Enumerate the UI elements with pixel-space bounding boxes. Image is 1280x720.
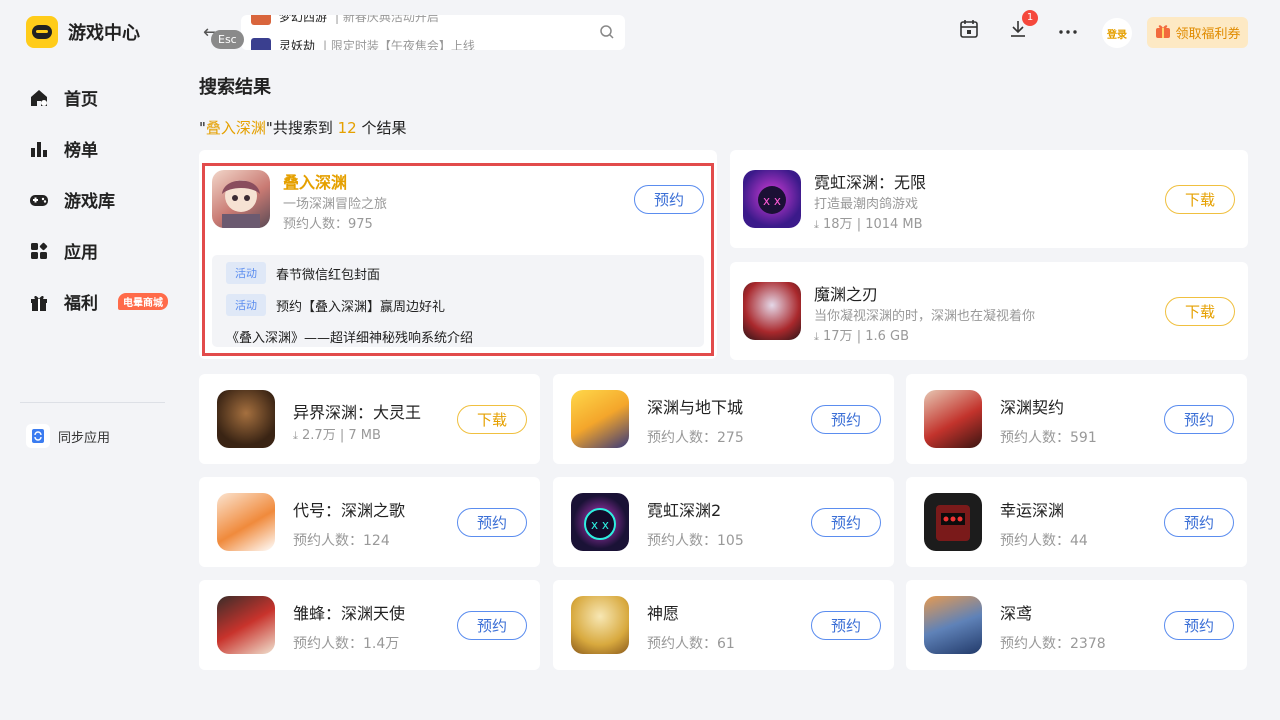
coupon-label: 领取福利券: [1175, 27, 1241, 42]
game-stat: 预约人数：2378: [1000, 636, 1106, 652]
login-button[interactable]: 登录: [1102, 18, 1132, 48]
brand-name: 游戏中心: [68, 23, 140, 44]
book-button[interactable]: 预约: [811, 508, 881, 537]
download-button[interactable]: 下载: [1165, 185, 1235, 214]
esc-tooltip: Esc: [211, 30, 244, 49]
game-stat: 预约人数：61: [647, 636, 735, 652]
sync-label: 同步应用: [58, 430, 111, 446]
search-icon[interactable]: [599, 24, 615, 44]
svg-text:x x: x x: [591, 518, 609, 532]
search-input[interactable]: 梦幻西游 | 新春庆典活动开启 灵妖劫 | 限定时装【午夜焦会】上线: [241, 15, 625, 50]
home-icon: [28, 87, 50, 109]
sidebar: 游戏中心 首页 榜单 游戏库 应用 福利 电晕商城 同步应用: [0, 0, 185, 720]
game-stat: 预约人数：275: [647, 430, 744, 446]
game-name[interactable]: 雏蜂：深渊天使: [293, 600, 405, 624]
game-name[interactable]: 霓虹深渊：无限: [814, 169, 926, 193]
more-icon[interactable]: [1058, 22, 1078, 46]
brand[interactable]: 游戏中心: [26, 16, 140, 48]
game-name[interactable]: 深渊契约: [1000, 394, 1064, 418]
game-icon[interactable]: [217, 493, 275, 551]
sidebar-item-label: 福利: [64, 294, 98, 314]
download-button[interactable]: 下载: [457, 405, 527, 434]
game-icon[interactable]: [571, 596, 629, 654]
sidebar-item-label: 首页: [64, 90, 98, 110]
game-name[interactable]: 深鸢: [1000, 600, 1032, 624]
game-stat: 预约人数：591: [1000, 430, 1097, 446]
game-name[interactable]: 神愿: [647, 600, 679, 624]
download-small-icon: ⤓: [814, 330, 819, 343]
suggestion-desc: | 限定时装【午夜焦会】上线: [323, 39, 475, 50]
download-button[interactable]: 下载: [1165, 297, 1235, 326]
sidebar-item-label: 榜单: [64, 141, 98, 161]
game-name[interactable]: 异界深渊：大灵王: [293, 399, 421, 423]
nav: 首页 榜单 游戏库 应用 福利 电晕商城: [28, 72, 168, 327]
search-suggestion[interactable]: 梦幻西游 | 新春庆典活动开启: [251, 15, 439, 25]
book-button[interactable]: 预约: [811, 405, 881, 434]
game-stat: 预约人数：44: [1000, 533, 1088, 549]
download-small-icon: ⤓: [814, 218, 819, 231]
book-button[interactable]: 预约: [811, 611, 881, 640]
sidebar-item-home[interactable]: 首页: [28, 72, 168, 123]
mall-badge: 电晕商城: [118, 293, 168, 310]
book-button[interactable]: 预约: [457, 508, 527, 537]
game-desc: 打造最潮肉鸽游戏: [814, 197, 919, 212]
game-stat: 预约人数：1.4万: [293, 636, 400, 652]
suggestion-name: 灵妖劫: [279, 39, 316, 50]
game-icon[interactable]: [217, 390, 275, 448]
book-button[interactable]: 预约: [1164, 405, 1234, 434]
game-stat: 预约人数：105: [647, 533, 744, 549]
suggestion-name: 梦幻西游: [279, 15, 328, 24]
game-name[interactable]: 代号：深渊之歌: [293, 497, 405, 521]
sidebar-item-apps[interactable]: 应用: [28, 225, 168, 276]
game-name[interactable]: 魔渊之刃: [814, 281, 878, 305]
highlight-frame: [202, 163, 714, 356]
book-button[interactable]: 预约: [1164, 611, 1234, 640]
game-icon[interactable]: [571, 390, 629, 448]
download-count-badge: 1: [1022, 10, 1038, 26]
game-meta: ⤓ 2.7万 | 7 MB: [293, 428, 381, 443]
sidebar-divider: [20, 402, 165, 403]
sidebar-item-library[interactable]: 游戏库: [28, 174, 168, 225]
game-name[interactable]: 霓虹深渊2: [647, 497, 721, 521]
game-name[interactable]: 幸运深渊: [1000, 497, 1064, 521]
book-button[interactable]: 预约: [457, 611, 527, 640]
apps-icon: [28, 240, 50, 262]
sidebar-item-label: 游戏库: [64, 192, 115, 212]
game-desc: 当你凝视深渊的时，深渊也在凝视着你: [814, 309, 1036, 324]
calendar-icon[interactable]: [959, 18, 979, 44]
game-icon[interactable]: [217, 596, 275, 654]
gamepad-logo-icon: [26, 16, 58, 48]
sidebar-item-charts[interactable]: 榜单: [28, 123, 168, 174]
coupon-button[interactable]: 领取福利券: [1147, 17, 1248, 48]
download-small-icon: ⤓: [293, 429, 298, 442]
chart-icon: [28, 138, 50, 160]
game-icon[interactable]: [924, 390, 982, 448]
book-button[interactable]: 预约: [1164, 508, 1234, 537]
suggestion-desc: | 新春庆典活动开启: [335, 15, 439, 24]
sync-apps-button[interactable]: 同步应用: [26, 424, 110, 448]
gamepad-icon: [28, 189, 50, 211]
sidebar-item-label: 应用: [64, 243, 98, 263]
suggestion-thumbnail: [251, 37, 271, 50]
page-title: 搜索结果: [199, 77, 271, 98]
game-icon[interactable]: [924, 596, 982, 654]
game-meta: ⤓ 17万 | 1.6 GB: [814, 329, 910, 344]
suggestion-thumbnail: [251, 15, 271, 25]
search-suggestion[interactable]: 灵妖劫 | 限定时装【午夜焦会】上线: [251, 37, 475, 50]
gift-icon: [28, 291, 50, 313]
game-icon[interactable]: x x: [571, 493, 629, 551]
gift-box-icon: [1154, 22, 1172, 44]
sync-icon: [26, 424, 50, 448]
game-icon[interactable]: [743, 282, 801, 340]
game-meta: ⤓ 18万 | 1014 MB: [814, 217, 923, 232]
sidebar-item-welfare[interactable]: 福利 电晕商城: [28, 276, 168, 327]
game-name[interactable]: 深渊与地下城: [647, 394, 743, 418]
svg-text:x x: x x: [763, 194, 781, 208]
game-icon[interactable]: [924, 493, 982, 551]
game-stat: 预约人数：124: [293, 533, 390, 549]
game-icon[interactable]: x x: [743, 170, 801, 228]
search-summary: "叠入深渊"共搜索到 12 个结果: [199, 119, 407, 137]
